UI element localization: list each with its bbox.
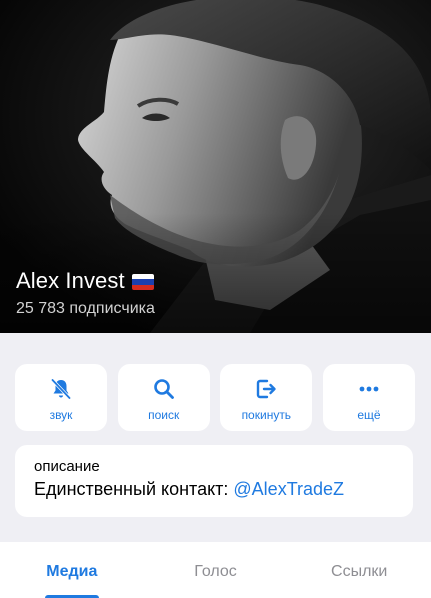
mute-button[interactable]: звук	[15, 364, 107, 431]
search-icon	[151, 376, 177, 402]
more-dots-icon	[356, 376, 382, 402]
description-caption: описание	[34, 458, 100, 475]
tab-voice[interactable]: Голос	[144, 542, 288, 598]
tab-media[interactable]: Медиа	[0, 542, 144, 598]
channel-name: Alex Invest	[16, 268, 125, 293]
leave-icon	[253, 376, 279, 402]
russia-flag-icon	[131, 274, 154, 290]
channel-header: Alex Invest 25 783 подписчика	[0, 0, 431, 333]
tab-links[interactable]: Ссылки	[287, 542, 431, 598]
leave-button-label: покинуть	[241, 408, 292, 422]
subscriber-count: 25 783 подписчика	[16, 300, 155, 317]
search-button-label: поиск	[148, 408, 180, 422]
action-bar: звук поиск покинуть ещё	[15, 364, 415, 431]
description-body: Единственный контакт:	[34, 479, 234, 499]
leave-button[interactable]: покинуть	[220, 364, 313, 431]
more-button[interactable]: ещё	[322, 364, 415, 431]
channel-title: Alex Invest	[16, 268, 154, 294]
contact-link[interactable]: @AlexTradeZ	[233, 479, 344, 499]
media-tabs: Медиа Голос Ссылки	[0, 542, 431, 598]
search-button[interactable]: поиск	[117, 364, 210, 431]
description-card: описание Единственный контакт: @AlexTrad…	[15, 445, 413, 517]
more-button-label: ещё	[357, 408, 381, 422]
mute-button-label: звук	[49, 408, 73, 422]
mute-bell-icon	[48, 376, 74, 402]
description-text: Единственный контакт: @AlexTradeZ	[34, 479, 394, 500]
